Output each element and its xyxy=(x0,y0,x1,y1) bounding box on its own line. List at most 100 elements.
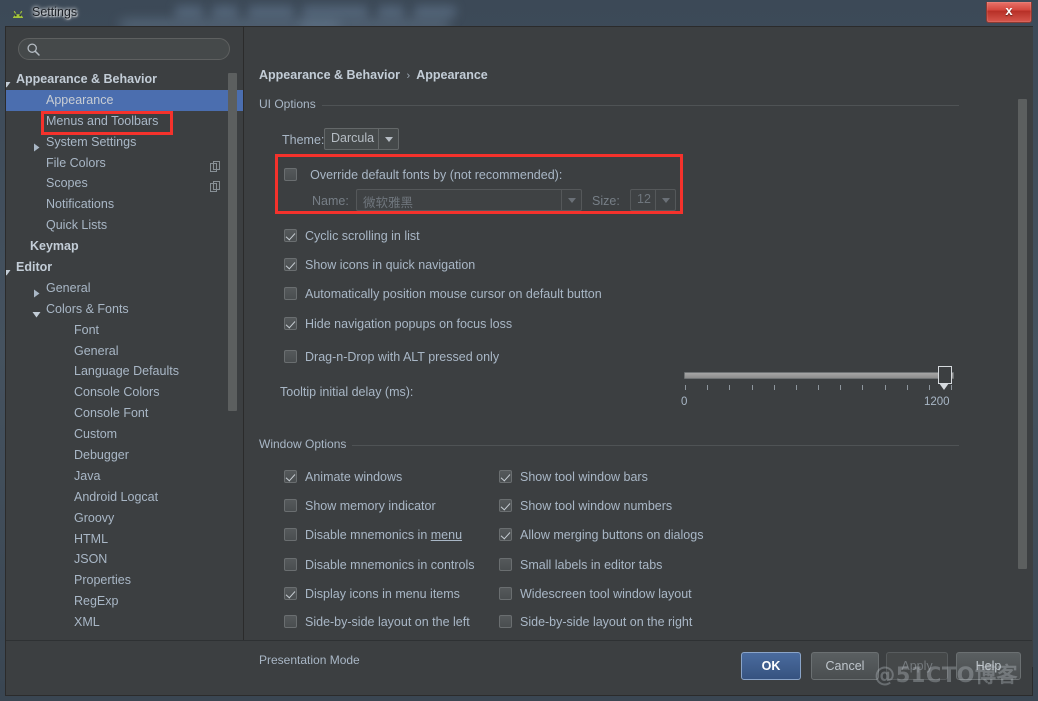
breadcrumb: Appearance & Behavior › Appearance xyxy=(259,68,488,82)
sidebar-item-debugger[interactable]: Debugger xyxy=(6,445,243,466)
font-name-dropdown[interactable]: 微软雅黑 xyxy=(356,189,582,211)
checkbox-row-disable-mnemonics-in-menu[interactable]: Disable mnemonics in menu xyxy=(284,524,462,543)
checkbox-toggle[interactable] xyxy=(284,528,297,541)
checkbox-row-widescreen-tool-window-layout[interactable]: Widescreen tool window layout xyxy=(499,583,692,602)
checkbox-row-side-by-side-layout-on-the-right[interactable]: Side-by-side layout on the right xyxy=(499,611,692,630)
sidebar-item-console-font[interactable]: Console Font xyxy=(6,403,243,424)
chevron-down-icon[interactable] xyxy=(32,305,41,318)
checkbox-row-disable-mnemonics-in-controls[interactable]: Disable mnemonics in controls xyxy=(284,554,475,573)
checkbox-toggle[interactable] xyxy=(499,470,512,483)
font-name-label: Name: xyxy=(312,194,349,208)
sidebar-item-quick-lists[interactable]: Quick Lists xyxy=(6,215,243,236)
checkbox-row-cyclic-scrolling-in-list[interactable]: Cyclic scrolling in list xyxy=(284,225,420,244)
sidebar-item-html[interactable]: HTML xyxy=(6,529,243,550)
cancel-button[interactable]: Cancel xyxy=(811,652,879,680)
checkbox-row-allow-merging-buttons-on-dialogs[interactable]: Allow merging buttons on dialogs xyxy=(499,524,703,543)
checkbox-toggle[interactable] xyxy=(284,229,297,242)
checkbox-row-small-labels-in-editor-tabs[interactable]: Small labels in editor tabs xyxy=(499,554,662,573)
sidebar-item-general[interactable]: General xyxy=(6,341,243,362)
checkbox-row-side-by-side-layout-on-the-left[interactable]: Side-by-side layout on the left xyxy=(284,611,470,630)
checkbox-toggle[interactable] xyxy=(499,615,512,628)
checkbox-toggle[interactable] xyxy=(284,470,297,483)
chevron-right-icon[interactable] xyxy=(32,284,41,298)
chevron-down-icon[interactable] xyxy=(6,263,11,276)
sidebar-item-console-colors[interactable]: Console Colors xyxy=(6,382,243,403)
sidebar-item-notifications[interactable]: Notifications xyxy=(6,194,243,215)
help-button[interactable]: Help xyxy=(956,652,1021,680)
breadcrumb-leaf: Appearance xyxy=(416,68,488,82)
font-size-dropdown[interactable]: 12 xyxy=(630,189,676,211)
checkbox-toggle[interactable] xyxy=(284,350,297,363)
checkbox-row-animate-windows[interactable]: Animate windows xyxy=(284,466,402,485)
theme-label: Theme: xyxy=(282,133,325,147)
sidebar-item-system-settings[interactable]: System Settings xyxy=(6,132,243,153)
theme-dropdown[interactable]: Darcula xyxy=(324,128,399,150)
checkbox-row-hide-navigation-popups-on-focus-loss[interactable]: Hide navigation popups on focus loss xyxy=(284,313,512,332)
sidebar-item-file-colors[interactable]: File Colors xyxy=(6,153,243,174)
sidebar-item-colors-fonts[interactable]: Colors & Fonts xyxy=(6,299,243,320)
font-size-label: Size: xyxy=(592,194,620,208)
sidebar-item-label: Console Font xyxy=(74,406,149,421)
close-button[interactable]: x xyxy=(986,2,1032,23)
checkbox-toggle[interactable] xyxy=(284,615,297,628)
tooltip-delay-slider-track[interactable] xyxy=(684,372,954,379)
sidebar-item-scopes[interactable]: Scopes xyxy=(6,173,243,194)
override-fonts-checkbox[interactable] xyxy=(284,168,297,181)
checkbox-toggle[interactable] xyxy=(284,558,297,571)
chevron-down-icon[interactable] xyxy=(655,190,675,210)
chevron-down-icon[interactable] xyxy=(6,75,11,88)
checkbox-row-show-tool-window-numbers[interactable]: Show tool window numbers xyxy=(499,495,672,514)
checkbox-toggle[interactable] xyxy=(499,528,512,541)
checkbox-label: Display icons in menu items xyxy=(305,587,460,601)
sidebar-item-regexp[interactable]: RegExp xyxy=(6,591,243,612)
sidebar-item-general[interactable]: General xyxy=(6,278,243,299)
chevron-right-icon[interactable] xyxy=(32,138,41,152)
checkbox-toggle[interactable] xyxy=(284,499,297,512)
breadcrumb-root[interactable]: Appearance & Behavior xyxy=(259,68,400,82)
tooltip-delay-slider-thumb[interactable] xyxy=(938,366,952,390)
sidebar-item-label: JSON xyxy=(74,552,108,567)
sidebar-item-properties[interactable]: Properties xyxy=(6,570,243,591)
checkbox-label: Show icons in quick navigation xyxy=(305,258,476,272)
chevron-down-icon[interactable] xyxy=(378,129,398,149)
sidebar-item-groovy[interactable]: Groovy xyxy=(6,508,243,529)
sidebar-item-appearance-behavior[interactable]: Appearance & Behavior xyxy=(6,69,243,90)
chevron-down-icon[interactable] xyxy=(561,190,581,210)
checkbox-row-display-icons-in-menu-items[interactable]: Display icons in menu items xyxy=(284,583,460,602)
sidebar-item-xml[interactable]: XML xyxy=(6,612,243,633)
sidebar-item-editor[interactable]: Editor xyxy=(6,257,243,278)
sidebar-scrollbar[interactable] xyxy=(228,73,237,411)
checkbox-row-show-tool-window-bars[interactable]: Show tool window bars xyxy=(499,466,648,485)
checkbox-row-show-icons-in-quick-navigation[interactable]: Show icons in quick navigation xyxy=(284,254,475,273)
ok-button[interactable]: OK xyxy=(741,652,801,680)
checkbox-toggle[interactable] xyxy=(499,558,512,571)
sidebar-item-java[interactable]: Java xyxy=(6,466,243,487)
checkbox-toggle[interactable] xyxy=(284,287,297,300)
search-input[interactable] xyxy=(45,41,223,57)
checkbox-toggle[interactable] xyxy=(284,317,297,330)
checkbox-label: Disable mnemonics in menu xyxy=(305,528,463,542)
sidebar-item-json[interactable]: JSON xyxy=(6,549,243,570)
checkbox-row-drag-n-drop-with-alt-pressed-only[interactable]: Drag-n-Drop with ALT pressed only xyxy=(284,346,499,365)
override-fonts-checkbox-row[interactable]: Override default fonts by (not recommend… xyxy=(284,164,562,183)
android-studio-icon xyxy=(10,6,26,22)
checkbox-row-show-memory-indicator[interactable]: Show memory indicator xyxy=(284,495,436,514)
sidebar-item-font[interactable]: Font xyxy=(6,320,243,341)
main-panel-scrollbar[interactable] xyxy=(1018,99,1027,569)
search-box[interactable] xyxy=(18,38,230,60)
checkbox-toggle[interactable] xyxy=(284,587,297,600)
sidebar-item-custom[interactable]: Custom xyxy=(6,424,243,445)
sidebar-item-language-defaults[interactable]: Language Defaults xyxy=(6,361,243,382)
checkbox-row-automatically-position-mouse-cursor-on-default-button[interactable]: Automatically position mouse cursor on d… xyxy=(284,283,602,302)
ui-options-title: UI Options xyxy=(259,97,322,111)
checkbox-label: Hide navigation popups on focus loss xyxy=(305,317,513,331)
sidebar-item-keymap[interactable]: Keymap xyxy=(6,236,243,257)
sidebar-item-menus-and-toolbars[interactable]: Menus and Toolbars xyxy=(6,111,243,132)
checkbox-toggle[interactable] xyxy=(284,258,297,271)
sidebar-item-android-logcat[interactable]: Android Logcat xyxy=(6,487,243,508)
checkbox-toggle[interactable] xyxy=(499,499,512,512)
checkbox-toggle[interactable] xyxy=(499,587,512,600)
sidebar-item-appearance[interactable]: Appearance xyxy=(6,89,243,111)
font-size-value: 12 xyxy=(637,192,651,206)
sidebar-item-label: Quick Lists xyxy=(46,218,108,233)
